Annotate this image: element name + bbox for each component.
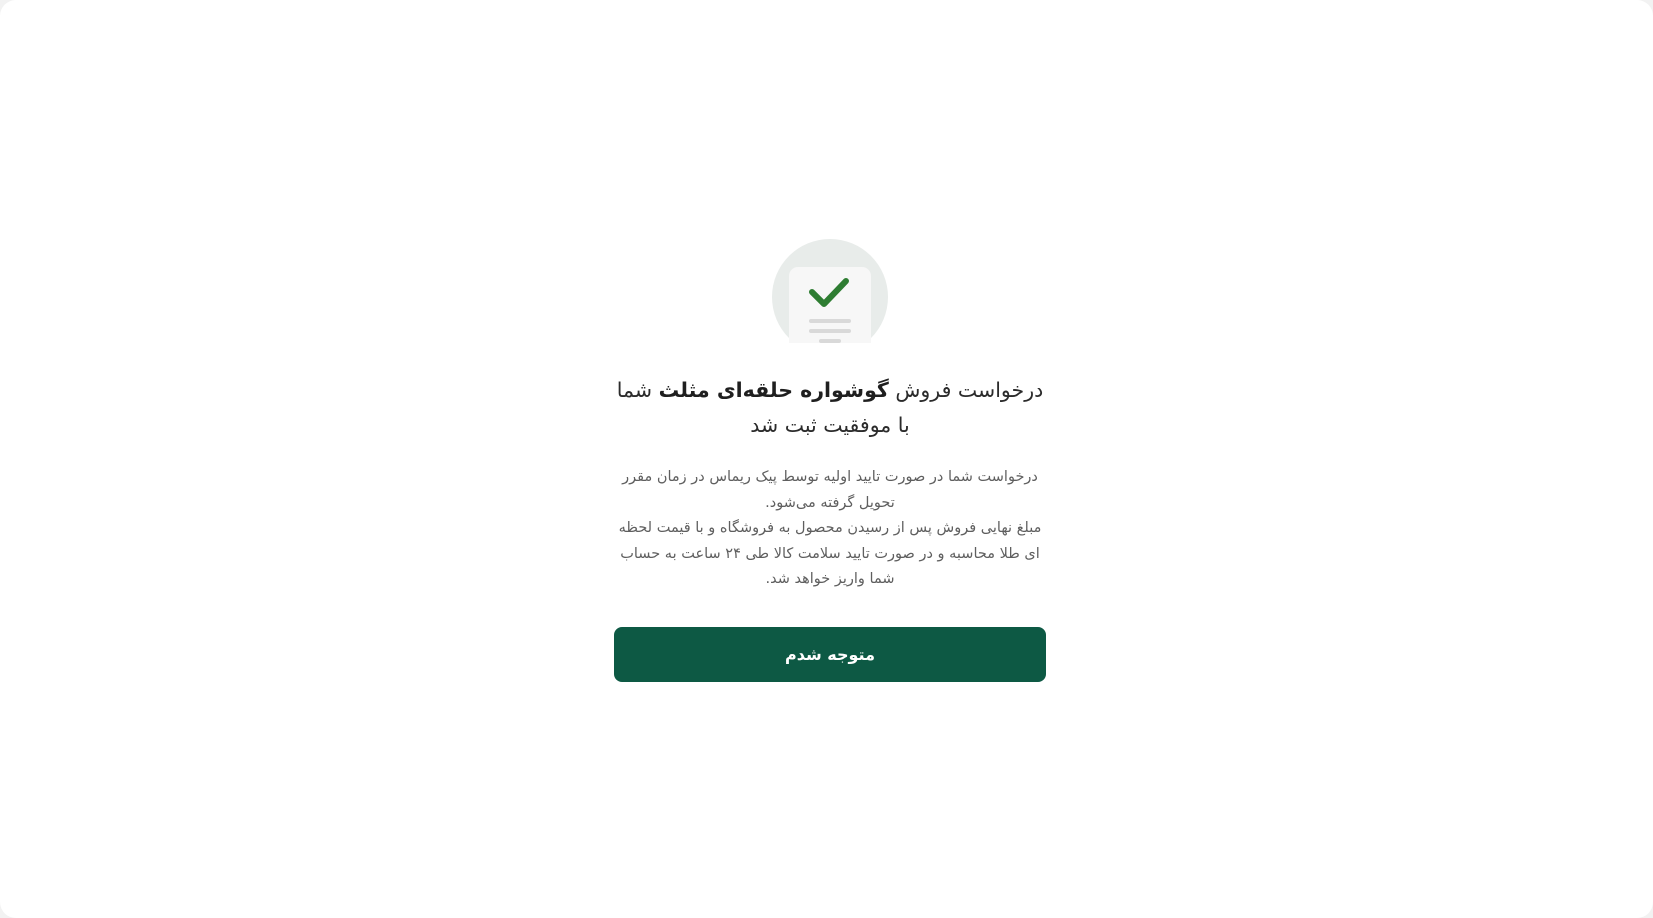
confirm-button[interactable]: متوجه شدم [614,626,1046,682]
product-name: گوشواره حلقه‌ای مثلث [658,378,889,402]
dialog-title: درخواست فروش گوشواره حلقه‌ای مثلث شما با… [614,373,1046,443]
document-check-icon [772,239,888,349]
title-prefix: درخواست فروش [895,378,1044,402]
dialog-description: درخواست شما در صورت تایید اولیه توسط پیک… [614,465,1046,593]
dialog-content: درخواست فروش گوشواره حلقه‌ای مثلث شما با… [614,239,1046,682]
success-dialog: درخواست فروش گوشواره حلقه‌ای مثلث شما با… [0,0,1653,918]
description-line-1: درخواست شما در صورت تایید اولیه توسط پیک… [622,469,1038,511]
description-line-2: مبلغ نهایی فروش پس از رسیدن محصول به فرو… [618,520,1042,587]
